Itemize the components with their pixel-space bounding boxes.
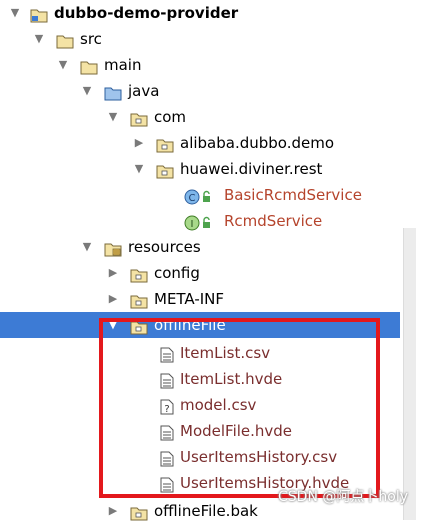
expand-arrow-icon[interactable]: ▼: [80, 78, 94, 104]
tree-item-label: META-INF: [154, 290, 225, 308]
expand-arrow-icon[interactable]: ▶: [106, 260, 120, 286]
expand-arrow-icon[interactable]: ▶: [106, 498, 120, 524]
tree-item-label: src: [80, 30, 102, 48]
tree-item-java[interactable]: ▼ java: [0, 78, 400, 104]
package-icon: [130, 503, 148, 521]
module-folder-icon: [30, 5, 48, 23]
package-icon: [130, 109, 148, 127]
tree-item-label: BasicRcmdService: [224, 186, 362, 204]
folder-icon: [56, 31, 74, 49]
class-icon: C: [184, 187, 214, 205]
source-folder-icon: [104, 83, 122, 101]
svg-text:I: I: [191, 219, 194, 230]
tree-item-main[interactable]: ▼ main: [0, 52, 400, 78]
tree-item-label: java: [128, 82, 160, 100]
tree-item-label: RcmdService: [224, 212, 323, 230]
tree-item-label: resources: [128, 238, 201, 256]
package-icon: [130, 265, 148, 283]
watermark: CSDN @阿点卜holy: [278, 489, 408, 505]
expand-arrow-icon[interactable]: ▼: [8, 0, 22, 26]
tree-item-huawei-diviner-rest[interactable]: ▼ huawei.diviner.rest: [0, 156, 400, 182]
tree-item-basic-rcmd-service[interactable]: C BasicRcmdService: [0, 182, 400, 208]
tree-item-label: com: [154, 108, 187, 126]
tree-item-dubbo-demo-provider[interactable]: ▼ dubbo-demo-provider: [0, 0, 400, 26]
package-icon: [156, 161, 174, 179]
svg-text:C: C: [189, 193, 196, 204]
tree-item-label: dubbo-demo-provider: [54, 4, 239, 22]
resources-folder-icon: [104, 239, 122, 257]
tree-item-rcmd-service[interactable]: I RcmdService: [0, 208, 400, 234]
tree-item-label: offlineFile.bak: [154, 502, 258, 520]
interface-icon: I: [184, 213, 214, 231]
tree-item-label: config: [154, 264, 200, 282]
tree-item-src[interactable]: ▼ src: [0, 26, 400, 52]
vertical-scrollbar[interactable]: [403, 228, 416, 520]
annotation-highlight-box: [99, 318, 380, 498]
expand-arrow-icon[interactable]: ▼: [80, 234, 94, 260]
expand-arrow-icon[interactable]: ▼: [56, 52, 70, 78]
tree-item-com[interactable]: ▼ com: [0, 104, 400, 130]
tree-item-meta-inf[interactable]: ▶ META-INF: [0, 286, 400, 312]
package-icon: [130, 291, 148, 309]
tree-item-label: main: [104, 56, 142, 74]
expand-arrow-icon[interactable]: ▼: [32, 26, 46, 52]
folder-icon: [80, 57, 98, 75]
tree-item-config[interactable]: ▶ config: [0, 260, 400, 286]
expand-arrow-icon[interactable]: ▶: [106, 286, 120, 312]
tree-item-alibaba-dubbo-demo[interactable]: ▶ alibaba.dubbo.demo: [0, 130, 400, 156]
package-icon: [156, 135, 174, 153]
tree-item-label: huawei.diviner.rest: [180, 160, 323, 178]
tree-item-resources[interactable]: ▼ resources: [0, 234, 400, 260]
expand-arrow-icon[interactable]: ▶: [132, 130, 146, 156]
expand-arrow-icon[interactable]: ▼: [106, 104, 120, 130]
expand-arrow-icon[interactable]: ▼: [132, 156, 146, 182]
tree-item-label: alibaba.dubbo.demo: [180, 134, 335, 152]
